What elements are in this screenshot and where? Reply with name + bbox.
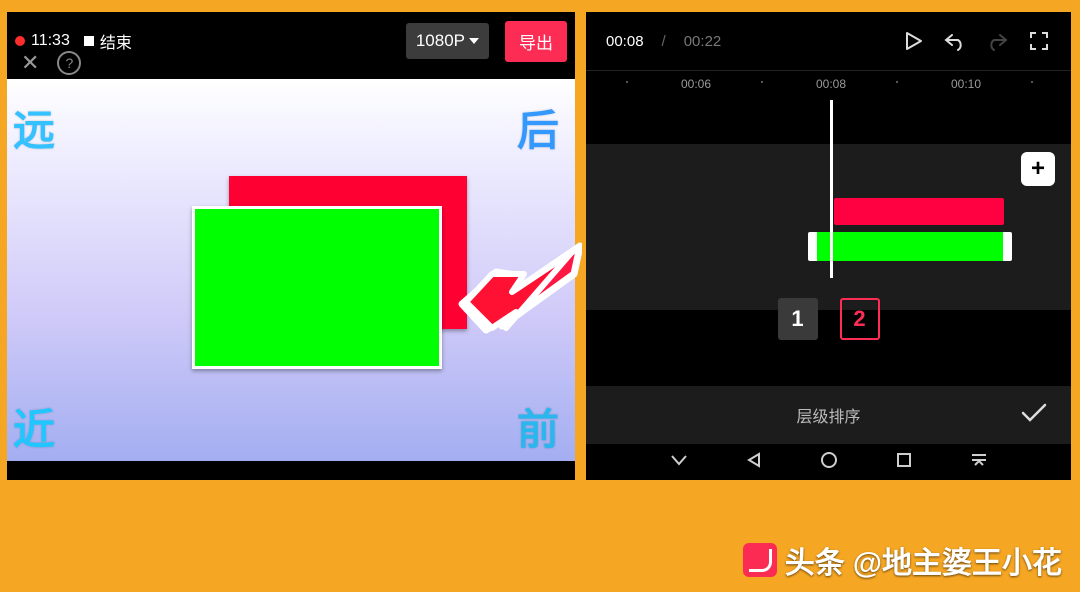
end-label[interactable]: 结束 (100, 29, 132, 53)
annotation-arrow-icon (452, 234, 582, 344)
redo-icon (985, 29, 1009, 53)
nav-menu-icon[interactable] (970, 453, 988, 472)
export-button[interactable]: 导出 (505, 21, 567, 62)
fullscreen-icon[interactable] (1027, 29, 1051, 53)
recording-dot-icon (15, 36, 25, 46)
close-icon[interactable]: ✕ (21, 50, 39, 76)
layer-order-1[interactable]: 1 (778, 298, 818, 340)
playhead[interactable] (830, 100, 833, 278)
ruler-tick: 00:06 (681, 77, 711, 91)
add-clip-button[interactable]: + (1021, 152, 1055, 186)
confirm-icon[interactable] (1021, 403, 1047, 428)
close-help-row: ✕ ? (21, 50, 81, 76)
layer-order-picker: 1 2 (586, 284, 1071, 354)
stop-icon[interactable] (84, 36, 94, 46)
editor-panel: 00:08 / 00:22 00:06 00:08 00:10 + 1 2 (586, 12, 1071, 480)
chevron-down-icon (469, 38, 479, 44)
layer-order-2[interactable]: 2 (840, 298, 880, 340)
corner-label-near: 近 (13, 396, 57, 457)
android-navbar (586, 444, 1071, 480)
watermark-caption: 头条 @地主婆王小花 (743, 538, 1062, 582)
preview-canvas[interactable]: 远 后 近 前 (7, 79, 575, 461)
time-separator: / (662, 33, 666, 50)
undo-icon[interactable] (943, 29, 967, 53)
time-current: 00:08 (606, 33, 644, 50)
preview-topbar: 11:33 结束 1080P 导出 (7, 12, 575, 70)
resolution-dropdown[interactable]: 1080P (406, 23, 489, 59)
time-total: 00:22 (684, 33, 722, 50)
ruler-tick: 00:10 (951, 77, 981, 91)
timeline-ruler[interactable]: 00:06 00:08 00:10 (586, 70, 1071, 100)
corner-label-back: 后 (517, 97, 561, 158)
toutiao-logo-icon (743, 543, 777, 577)
help-icon[interactable]: ? (57, 51, 81, 75)
watermark-handle: @地主婆王小花 (853, 538, 1062, 582)
nav-back-icon[interactable] (746, 452, 762, 473)
corner-label-far: 远 (13, 97, 57, 158)
nav-down-icon[interactable] (670, 453, 688, 471)
resolution-value: 1080P (416, 31, 465, 51)
editor-topbar: 00:08 / 00:22 (586, 12, 1071, 70)
preview-panel: 11:33 结束 1080P 导出 ✕ ? 远 后 近 前 (7, 12, 575, 480)
clip-green[interactable] (808, 232, 1012, 261)
corner-label-front: 前 (517, 396, 561, 457)
recording-time: 11:33 (31, 32, 70, 50)
layer-sort-bar: 层级排序 (586, 386, 1071, 444)
nav-recents-icon[interactable] (896, 452, 912, 473)
timeline[interactable]: + 1 2 (586, 100, 1071, 310)
layer-sort-label: 层级排序 (796, 403, 860, 427)
watermark-brand: 头条 (785, 538, 845, 582)
nav-home-icon[interactable] (820, 451, 838, 474)
preview-layer-green[interactable] (192, 206, 442, 369)
play-icon[interactable] (901, 29, 925, 53)
ruler-tick: 00:08 (816, 77, 846, 91)
clip-red[interactable] (834, 198, 1004, 225)
